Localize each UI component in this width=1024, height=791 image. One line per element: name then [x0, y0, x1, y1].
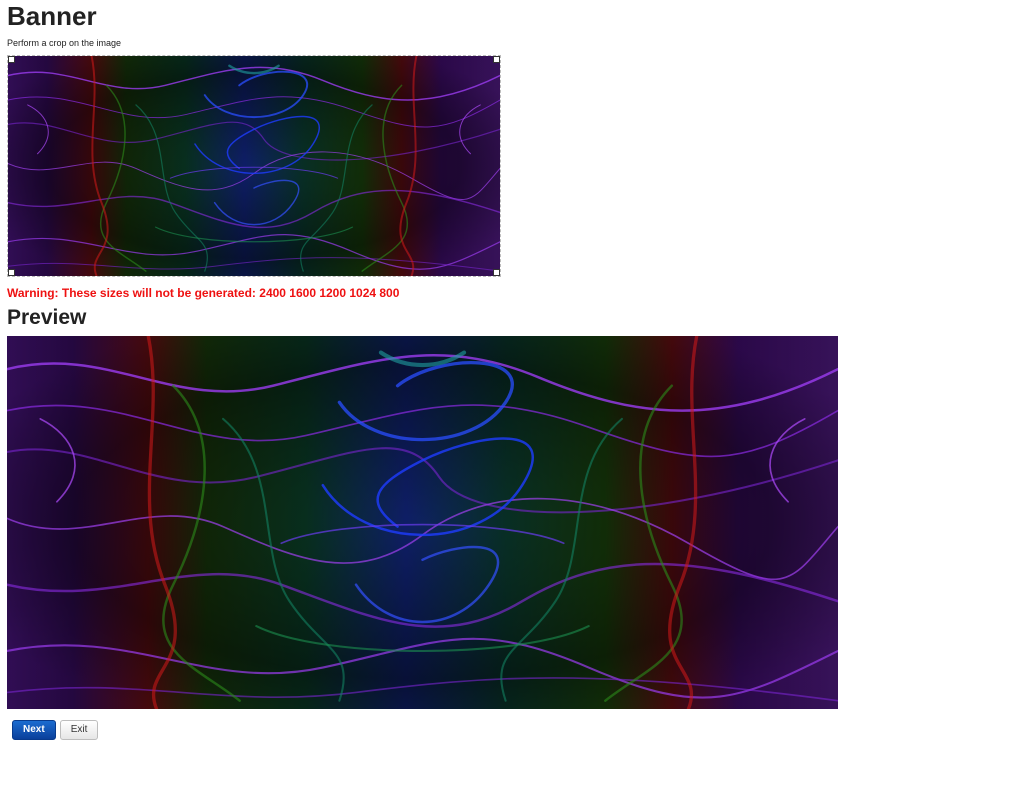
page-title: Banner	[7, 1, 97, 31]
crop-handle-bottom-left[interactable]	[8, 269, 15, 276]
crop-area[interactable]	[7, 55, 501, 277]
exit-button[interactable]: Exit	[59, 720, 99, 740]
crop-instruction: Perform a crop on the image	[7, 38, 122, 48]
action-buttons: Next Exit	[12, 720, 1024, 740]
crop-handle-top-left[interactable]	[8, 56, 15, 63]
preview-image	[7, 336, 838, 709]
crop-handle-bottom-right[interactable]	[493, 269, 500, 276]
next-button[interactable]: Next	[12, 720, 56, 740]
crop-handle-top-right[interactable]	[493, 56, 500, 63]
abstract-swirl-image	[7, 336, 838, 709]
page: Banner Perform a crop on the image Warni…	[0, 0, 1024, 740]
size-warning: Warning: These sizes will not be generat…	[7, 286, 400, 300]
preview-heading: Preview	[7, 306, 87, 329]
abstract-swirl-image	[8, 56, 500, 276]
